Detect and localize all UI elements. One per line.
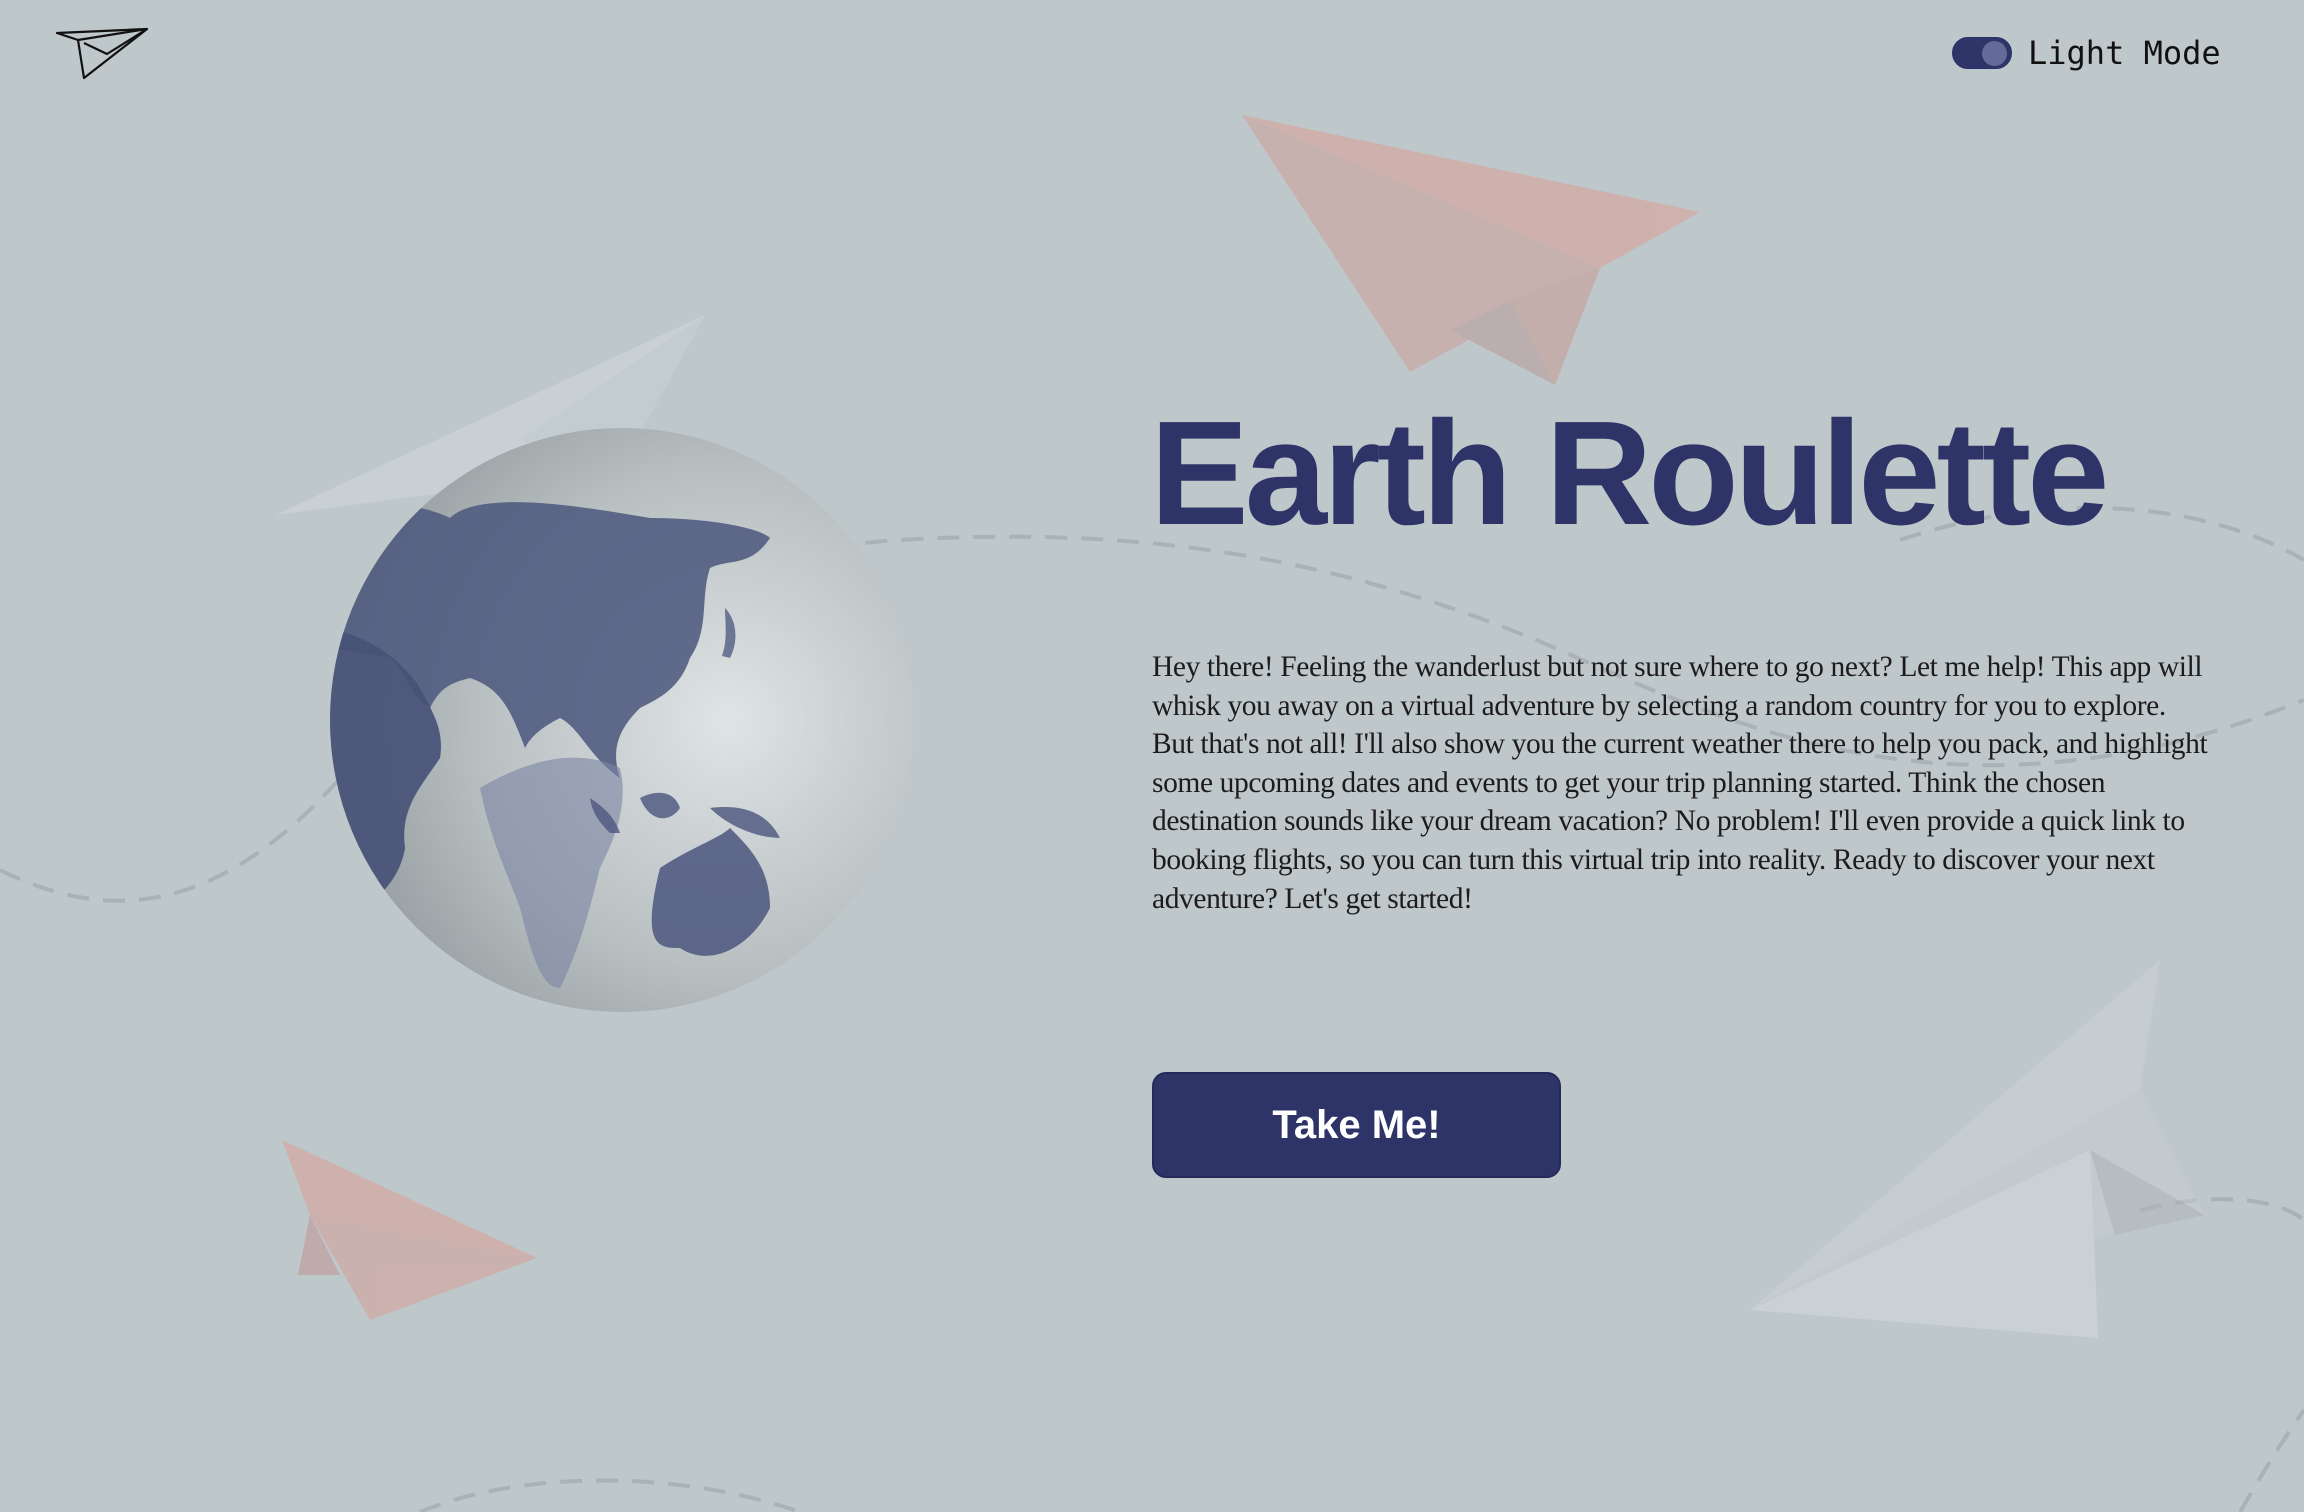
plane-pink-large-icon bbox=[1242, 115, 1700, 385]
intro-paragraph-2: But that's not all! I'll also show you t… bbox=[1152, 728, 2208, 915]
theme-toggle-group: Light Mode bbox=[1952, 34, 2221, 72]
plane-pink-small-icon bbox=[282, 1140, 537, 1320]
globe-illustration bbox=[330, 428, 914, 1012]
toggle-knob bbox=[1982, 41, 2007, 66]
page-title: Earth Roulette bbox=[1150, 391, 2109, 556]
intro-text: Hey there! Feeling the wanderlust but no… bbox=[1152, 648, 2212, 918]
dashed-flight-path bbox=[2238, 1408, 2304, 1512]
theme-toggle-label: Light Mode bbox=[2028, 34, 2221, 72]
plane-white-right-icon bbox=[1750, 960, 2205, 1338]
take-me-button[interactable]: Take Me! bbox=[1152, 1072, 1561, 1178]
theme-toggle-switch[interactable] bbox=[1952, 37, 2012, 69]
intro-paragraph-1: Hey there! Feeling the wanderlust but no… bbox=[1152, 651, 2203, 722]
paper-plane-logo-icon[interactable] bbox=[50, 20, 160, 90]
dashed-flight-path bbox=[419, 1478, 801, 1512]
